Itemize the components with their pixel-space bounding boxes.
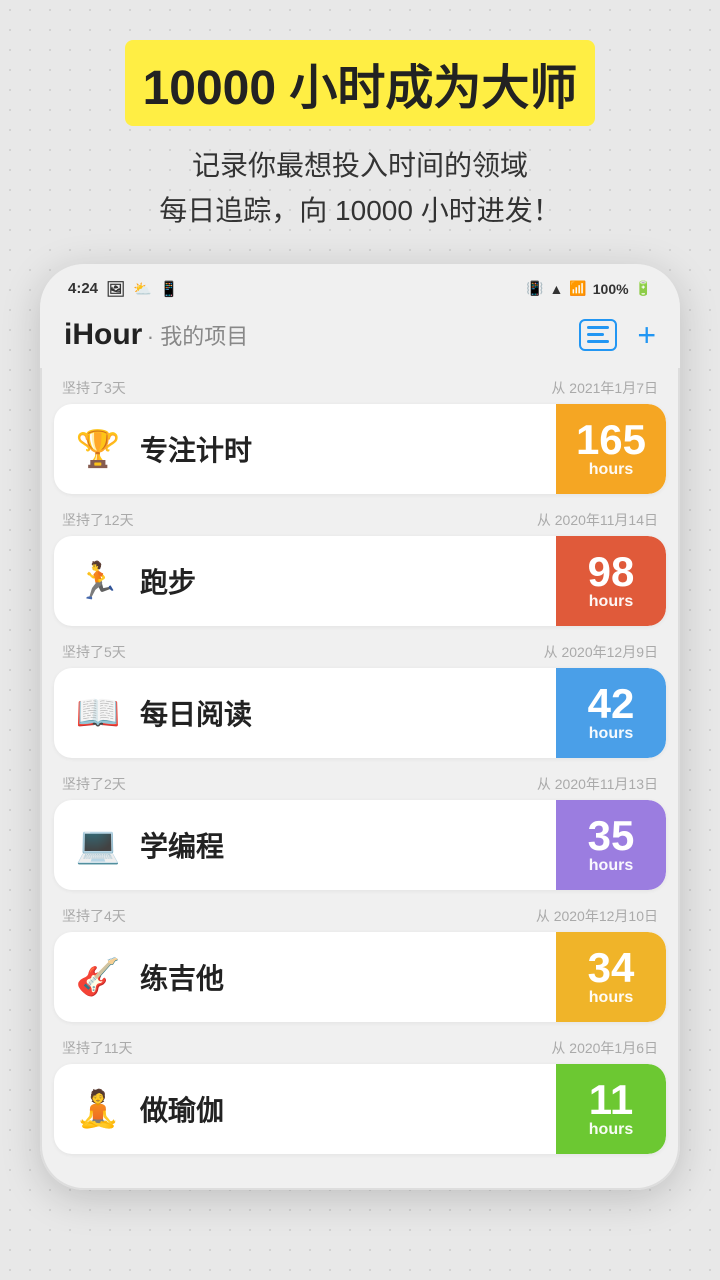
app-name: iHour [64,318,142,351]
app-headline: 10000 小时成为大师 记录你最想投入时间的领域 每日追踪，向 10000 小… [125,40,596,264]
project-meta-2: 坚持了5天 从 2020年12月9日 [54,632,666,668]
project-icon-3: 💻 [74,824,122,866]
list-view-button[interactable] [579,319,617,351]
project-hours-label-4: hours [589,989,633,1007]
app-section: · 我的项目 [147,324,248,349]
project-hours-number-1: 98 [588,551,635,593]
project-meta-3: 坚持了2天 从 2020年11月13日 [54,764,666,800]
project-meta-1: 坚持了12天 从 2020年11月14日 [54,500,666,536]
project-since-5: 从 2020年1月6日 [551,1038,658,1058]
app-header-actions: + [579,319,656,351]
project-name-0: 专注计时 [140,429,252,469]
project-hours-number-0: 165 [576,419,646,461]
project-card-left-1: 🏃 跑步 [74,560,556,602]
project-section-1: 坚持了12天 从 2020年11月14日 🏃 跑步 98 hours [54,500,666,626]
battery-text: 100% [593,281,629,297]
project-card-left-0: 🏆 专注计时 [74,428,556,470]
project-hours-badge-1: 98 hours [556,536,666,626]
project-hours-badge-4: 34 hours [556,932,666,1022]
project-icon-5: 🧘 [74,1088,122,1130]
project-card-0[interactable]: 🏆 专注计时 165 hours [54,404,666,494]
project-hours-label-2: hours [589,725,633,743]
project-name-2: 每日阅读 [140,693,252,733]
wifi-icon: ▲ [549,281,563,297]
project-hours-label-0: hours [589,461,633,479]
status-left: 4:24 🖼 ⛅ 📱 [68,280,178,298]
project-icon-4: 🎸 [74,956,122,998]
status-time: 4:24 [68,280,98,297]
project-card-left-5: 🧘 做瑜伽 [74,1088,556,1130]
project-since-1: 从 2020年11月14日 [537,510,658,530]
project-hours-badge-2: 42 hours [556,668,666,758]
project-hours-badge-0: 165 hours [556,404,666,494]
project-card-4[interactable]: 🎸 练吉他 34 hours [54,932,666,1022]
project-section-3: 坚持了2天 从 2020年11月13日 💻 学编程 35 hours [54,764,666,890]
project-name-4: 练吉他 [140,957,224,997]
weather-icon: ⛅ [133,280,152,298]
project-section-2: 坚持了5天 从 2020年12月9日 📖 每日阅读 42 hours [54,632,666,758]
project-hours-badge-5: 11 hours [556,1064,666,1154]
project-card-left-4: 🎸 练吉他 [74,956,556,998]
project-hours-number-2: 42 [588,683,635,725]
app-title-area: iHour · 我的项目 [64,318,248,352]
project-since-2: 从 2020年12月9日 [544,642,658,662]
project-since-0: 从 2021年1月7日 [551,378,658,398]
project-since-3: 从 2020年11月13日 [537,774,658,794]
subtitle-line1: 记录你最想投入时间的领域 [192,150,528,181]
vibrate-icon: 📳 [526,280,543,297]
project-streak-2: 坚持了5天 [62,642,126,662]
project-streak-0: 坚持了3天 [62,378,126,398]
project-meta-5: 坚持了11天 从 2020年1月6日 [54,1028,666,1064]
project-card-left-3: 💻 学编程 [74,824,556,866]
phone-icon: 📱 [160,280,179,298]
project-card-5[interactable]: 🧘 做瑜伽 11 hours [54,1064,666,1154]
project-card-2[interactable]: 📖 每日阅读 42 hours [54,668,666,758]
project-section-5: 坚持了11天 从 2020年1月6日 🧘 做瑜伽 11 hours [54,1028,666,1154]
project-meta-0: 坚持了3天 从 2021年1月7日 [54,368,666,404]
project-streak-3: 坚持了2天 [62,774,126,794]
project-hours-number-4: 34 [588,947,635,989]
signal-icon: 📶 [569,280,586,297]
add-project-button[interactable]: + [637,319,656,351]
subtitle-line2: 每日追踪，向 10000 小时进发！ [159,195,560,226]
project-name-3: 学编程 [140,825,224,865]
project-icon-1: 🏃 [74,560,122,602]
project-section-4: 坚持了4天 从 2020年12月10日 🎸 练吉他 34 hours [54,896,666,1022]
project-card-3[interactable]: 💻 学编程 35 hours [54,800,666,890]
project-hours-badge-3: 35 hours [556,800,666,890]
project-hours-label-1: hours [589,593,633,611]
project-streak-4: 坚持了4天 [62,906,126,926]
project-streak-1: 坚持了12天 [62,510,134,530]
project-card-left-2: 📖 每日阅读 [74,692,556,734]
photo-icon: 🖼 [106,280,125,298]
status-right: 📳 ▲ 📶 100% 🔋 [526,280,652,297]
project-streak-5: 坚持了11天 [62,1038,133,1058]
main-title: 10000 小时成为大师 [125,40,596,126]
project-hours-label-5: hours [589,1121,633,1139]
project-hours-number-5: 11 [589,1079,633,1121]
project-icon-0: 🏆 [74,428,122,470]
app-header: iHour · 我的项目 + [40,306,680,368]
project-card-1[interactable]: 🏃 跑步 98 hours [54,536,666,626]
subtitle: 记录你最想投入时间的领域 每日追踪，向 10000 小时进发！ [125,144,596,234]
project-name-1: 跑步 [140,561,196,601]
project-hours-number-3: 35 [588,815,635,857]
project-section-0: 坚持了3天 从 2021年1月7日 🏆 专注计时 165 hours [54,368,666,494]
project-icon-2: 📖 [74,692,122,734]
project-meta-4: 坚持了4天 从 2020年12月10日 [54,896,666,932]
battery-icon: 🔋 [635,280,652,297]
status-bar: 4:24 🖼 ⛅ 📱 📳 ▲ 📶 100% 🔋 [40,264,680,306]
project-hours-label-3: hours [589,857,633,875]
phone-frame: 4:24 🖼 ⛅ 📱 📳 ▲ 📶 100% 🔋 iHour · 我的项目 + [40,264,680,1190]
project-since-4: 从 2020年12月10日 [536,906,658,926]
projects-list: 坚持了3天 从 2021年1月7日 🏆 专注计时 165 hours 坚持了12… [40,368,680,1160]
project-name-5: 做瑜伽 [140,1089,224,1129]
